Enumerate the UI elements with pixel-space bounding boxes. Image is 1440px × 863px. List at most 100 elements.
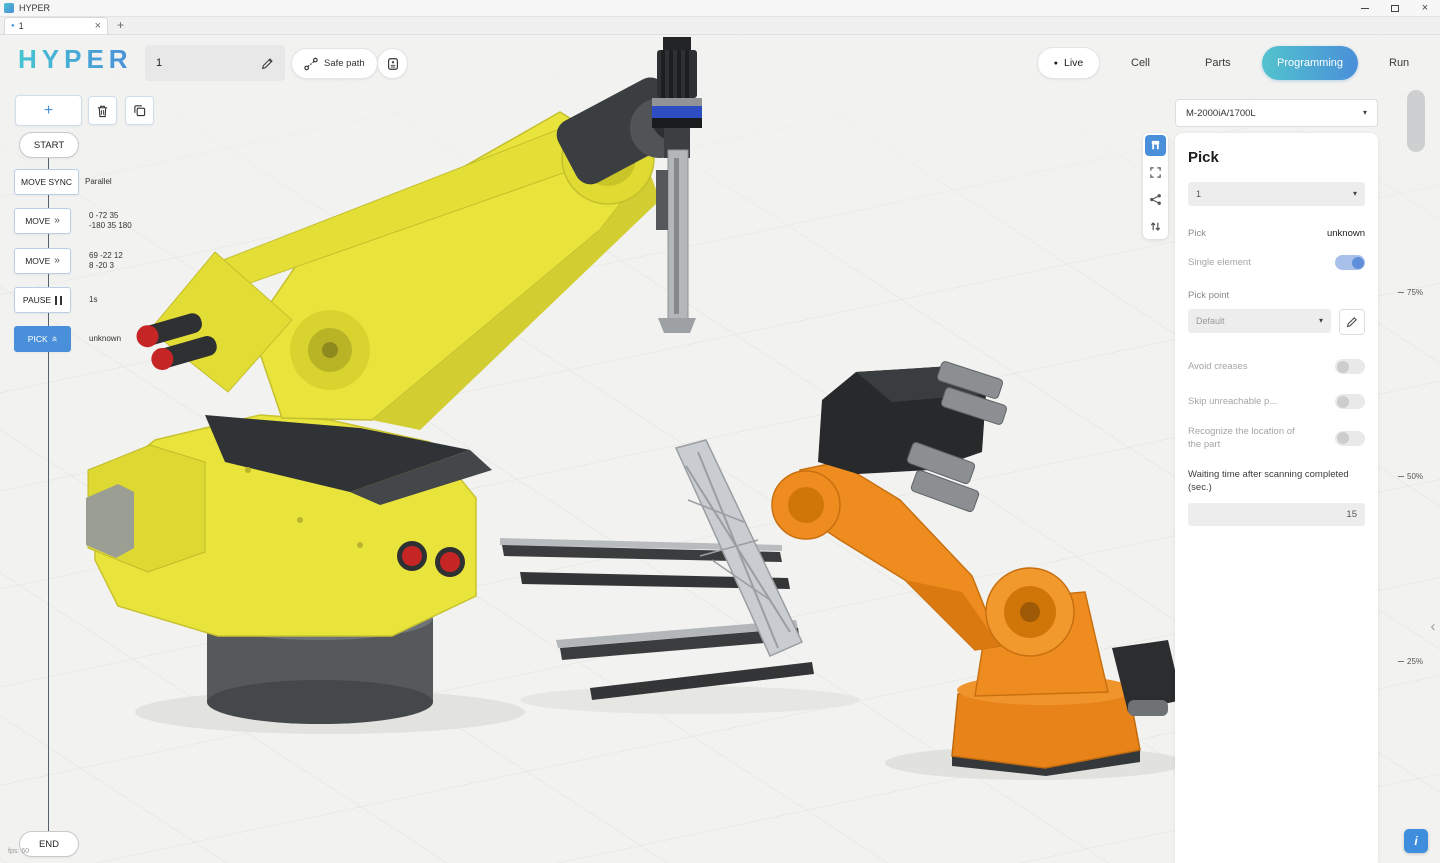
pick-button[interactable]: PICK » bbox=[14, 326, 71, 352]
command-params: 1s bbox=[89, 295, 97, 305]
move-button-2[interactable]: MOVE » bbox=[14, 248, 71, 274]
tab-bar: ● 1 × + bbox=[0, 17, 1440, 35]
command-label: MOVE bbox=[25, 256, 50, 266]
share-nodes-icon bbox=[1149, 193, 1162, 206]
new-tab-button[interactable]: + bbox=[117, 18, 124, 34]
safe-path-label: Safe path bbox=[324, 58, 365, 69]
add-command-button[interactable]: + bbox=[15, 95, 82, 126]
zoom-mark-50: 50% bbox=[1398, 472, 1423, 481]
panel-collapse-handle[interactable]: ‹ bbox=[1426, 612, 1440, 640]
gripper-icon bbox=[1149, 139, 1162, 152]
sequence-item-move-1: MOVE » 0 -72 35 -180 35 180 bbox=[14, 208, 132, 234]
program-document-icon bbox=[386, 57, 400, 71]
tab-label: 1 bbox=[19, 21, 91, 31]
pick-point-row: Default ▾ bbox=[1188, 309, 1365, 335]
command-label: MOVE bbox=[25, 216, 50, 226]
pick-point-edit-button[interactable] bbox=[1339, 309, 1365, 335]
nav-parts[interactable]: Parts bbox=[1205, 57, 1231, 69]
robot-model-select[interactable]: M-2000iA/1700L ▾ bbox=[1175, 99, 1378, 127]
tick-icon bbox=[1398, 292, 1404, 293]
edit-icon[interactable] bbox=[261, 57, 274, 70]
pick-index-select[interactable]: 1 ▾ bbox=[1188, 182, 1365, 206]
avoid-creases-row: Avoid creases bbox=[1188, 359, 1365, 374]
start-node[interactable]: START bbox=[19, 132, 79, 158]
skip-unreachable-toggle[interactable] bbox=[1335, 394, 1365, 409]
command-label: PAUSE bbox=[23, 295, 51, 305]
recognize-label: Recognize the location of the part bbox=[1188, 425, 1300, 452]
panel-title: Pick bbox=[1188, 149, 1365, 166]
live-toggle[interactable]: ● Live bbox=[1037, 47, 1100, 79]
hyper-logo: HYPER bbox=[18, 44, 133, 75]
close-button[interactable]: × bbox=[1410, 0, 1440, 16]
move-button-1[interactable]: MOVE » bbox=[14, 208, 71, 234]
pick-label: Pick bbox=[1188, 228, 1206, 239]
skip-unreachable-label: Skip unreachable p... bbox=[1188, 396, 1277, 407]
waiting-time-input[interactable] bbox=[1188, 503, 1365, 526]
node-links-button[interactable] bbox=[1145, 189, 1166, 210]
recognize-toggle[interactable] bbox=[1335, 431, 1365, 446]
command-params: 0 -72 35 -180 35 180 bbox=[89, 211, 132, 232]
sequence-item-move-2: MOVE » 69 -22 12 8 -20 3 bbox=[14, 248, 123, 274]
window-titlebar: HYPER × bbox=[0, 0, 1440, 17]
nav-cell[interactable]: Cell bbox=[1131, 57, 1150, 69]
minimize-icon bbox=[1361, 8, 1369, 9]
program-name-value: 1 bbox=[156, 57, 162, 69]
chevron-down-icon: ▾ bbox=[1363, 109, 1367, 117]
swap-vertical-button[interactable] bbox=[1145, 216, 1166, 237]
move-sync-button[interactable]: MOVE SYNC bbox=[14, 169, 79, 195]
close-icon: × bbox=[1422, 2, 1428, 14]
app-icon bbox=[4, 3, 14, 13]
zoom-mark-25: 25% bbox=[1398, 657, 1423, 666]
zoom-mark-75: 75% bbox=[1398, 288, 1423, 297]
chevron-down-icon: ▾ bbox=[1319, 317, 1323, 325]
program-document-button[interactable] bbox=[377, 48, 408, 79]
pause-button[interactable]: PAUSE bbox=[14, 287, 71, 313]
live-label: Live bbox=[1064, 57, 1083, 69]
pick-value: unknown bbox=[1327, 228, 1365, 239]
maximize-button[interactable] bbox=[1380, 0, 1410, 16]
avoid-creases-toggle[interactable] bbox=[1335, 359, 1365, 374]
duplicate-button[interactable] bbox=[125, 96, 154, 125]
live-dot-icon: ● bbox=[1054, 60, 1058, 67]
pick-value-row: Pick unknown bbox=[1188, 228, 1365, 239]
single-element-row: Single element bbox=[1188, 255, 1365, 270]
delete-button[interactable] bbox=[88, 96, 117, 125]
single-element-label: Single element bbox=[1188, 257, 1251, 268]
sequence-item-move-sync: MOVE SYNC Parallel bbox=[14, 169, 112, 195]
command-params: Parallel bbox=[85, 177, 112, 187]
tick-icon bbox=[1398, 476, 1404, 477]
pick-point-label: Pick point bbox=[1188, 290, 1365, 301]
recognize-row: Recognize the location of the part bbox=[1188, 425, 1365, 452]
command-label: PICK bbox=[28, 334, 48, 344]
single-element-toggle[interactable] bbox=[1335, 255, 1365, 270]
avoid-creases-label: Avoid creases bbox=[1188, 361, 1248, 372]
command-label: MOVE SYNC bbox=[21, 177, 72, 187]
pick-point-select[interactable]: Default ▾ bbox=[1188, 309, 1331, 333]
safe-path-icon bbox=[304, 57, 318, 71]
nav-run[interactable]: Run bbox=[1389, 57, 1409, 69]
tab-1[interactable]: ● 1 × bbox=[4, 17, 108, 34]
chevron-down-icon: ▾ bbox=[1353, 190, 1357, 198]
command-params: 69 -22 12 8 -20 3 bbox=[89, 251, 123, 272]
nav-programming[interactable]: Programming bbox=[1262, 46, 1358, 80]
tab-status-dot-icon: ● bbox=[11, 23, 15, 29]
expand-icon bbox=[1149, 166, 1162, 179]
sequence-item-pick: PICK » unknown bbox=[14, 326, 121, 352]
minimize-button[interactable] bbox=[1350, 0, 1380, 16]
window-controls: × bbox=[1350, 0, 1440, 16]
program-name-field[interactable]: 1 bbox=[145, 45, 285, 81]
maximize-icon bbox=[1391, 5, 1399, 12]
end-effector-button[interactable] bbox=[1145, 135, 1166, 156]
edit-icon bbox=[1346, 316, 1358, 328]
robot-model-value: M-2000iA/1700L bbox=[1186, 108, 1256, 119]
fast-forward-icon: » bbox=[54, 256, 60, 266]
safe-path-button[interactable]: Safe path bbox=[291, 48, 378, 79]
tab-close-icon[interactable]: × bbox=[95, 21, 101, 32]
command-params: unknown bbox=[89, 334, 121, 344]
waiting-time-label: Waiting time after scanning completed (s… bbox=[1188, 468, 1365, 496]
fps-counter: fps: 60 bbox=[8, 848, 29, 855]
tick-icon bbox=[1398, 661, 1404, 662]
zoom-scrollbar-thumb[interactable] bbox=[1407, 90, 1425, 152]
fit-view-button[interactable] bbox=[1145, 162, 1166, 183]
info-button[interactable]: i bbox=[1404, 829, 1428, 853]
